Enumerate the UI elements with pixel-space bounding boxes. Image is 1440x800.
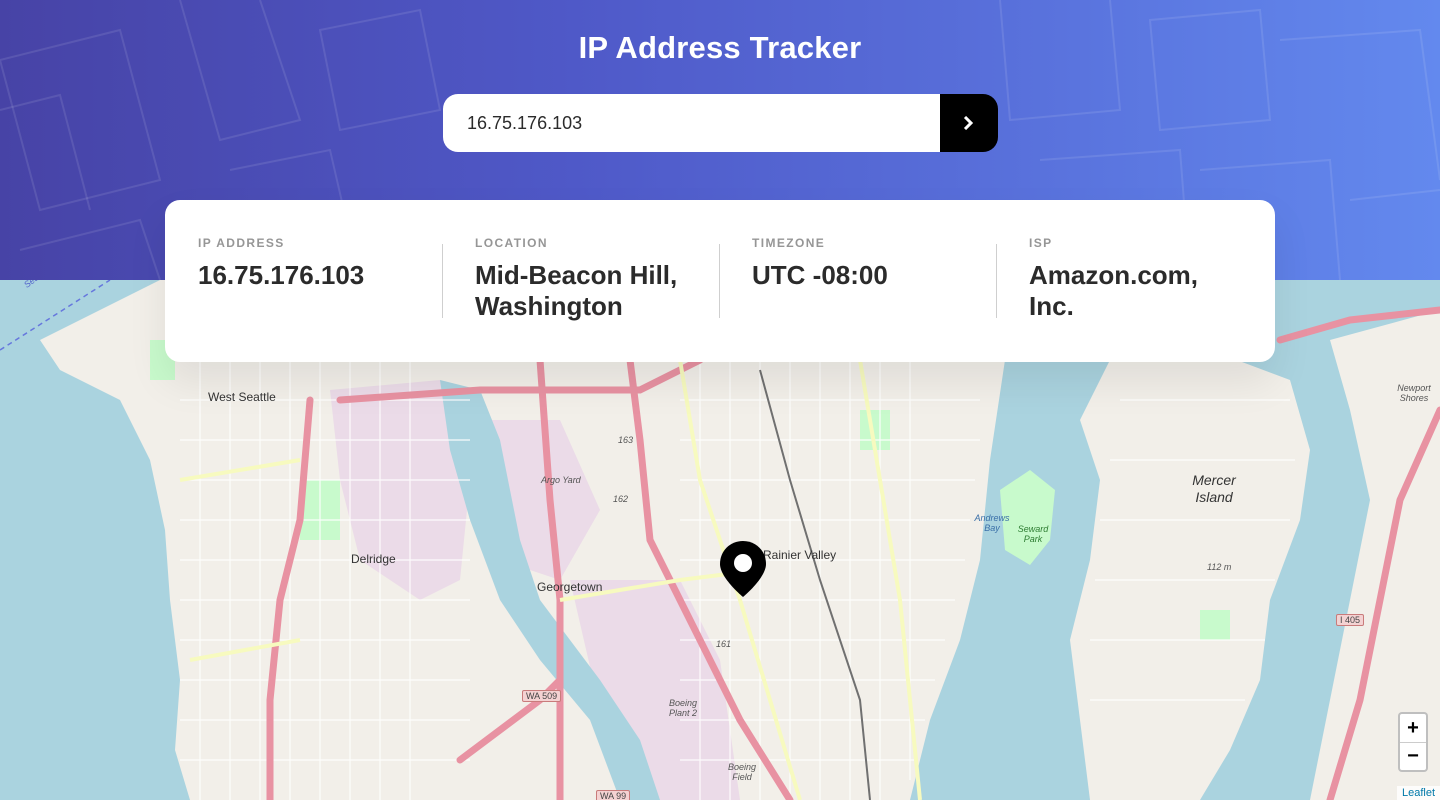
route-shield-wa509: WA 509 [522, 690, 562, 702]
map-label-west-seattle: West Seattle [208, 390, 276, 404]
map-label-delridge: Delridge [351, 552, 396, 566]
timezone-value: UTC -08:00 [752, 260, 888, 290]
location-label: LOCATION [475, 236, 548, 250]
ip-search-input[interactable] [443, 94, 940, 152]
map-label-newport-shores: Newport Shores [1397, 383, 1431, 403]
route-shield-i405: I 405 [1336, 614, 1365, 626]
map-label-elevation: 112 m [1207, 562, 1232, 572]
location-pin-icon[interactable] [720, 541, 766, 597]
route-shield-wa99: WA 99 [596, 790, 631, 800]
zoom-control: + − [1398, 712, 1428, 772]
zoom-in-button[interactable]: + [1400, 714, 1426, 742]
ip-address-value: 16.75.176.103 [198, 260, 365, 290]
submit-button[interactable] [940, 94, 998, 152]
location-value: Mid-Beacon Hill, Washington [475, 260, 678, 321]
map-label-boeing-plant: Boeing Plant 2 [668, 698, 698, 718]
timezone-label: TIMEZONE [752, 236, 826, 250]
location-section: LOCATION Mid-Beacon Hill, Washington [442, 236, 719, 362]
timezone-section: TIMEZONE UTC -08:00 [719, 236, 996, 362]
ip-info-card: IP ADDRESS 16.75.176.103 LOCATION Mid-Be… [165, 200, 1275, 362]
chevron-right-icon [963, 116, 974, 130]
route-label-162: 162 [613, 494, 629, 504]
search-bar [443, 94, 998, 152]
zoom-out-button[interactable]: − [1400, 742, 1426, 770]
ip-address-label: IP ADDRESS [198, 236, 285, 250]
map-label-argo-yard: Argo Yard [541, 475, 581, 485]
route-label-163: 163 [618, 435, 634, 445]
map-label-seward-park: Seward Park [1017, 524, 1049, 544]
page-title: IP Address Tracker [578, 30, 862, 65]
map-label-georgetown: Georgetown [537, 580, 603, 594]
isp-section: ISP Amazon.com, Inc. [996, 236, 1273, 362]
map-label-rainier-valley: Rainier Valley [763, 548, 837, 562]
map-label-mercer-island: Mercer Island [1192, 472, 1236, 505]
isp-label: ISP [1029, 236, 1053, 250]
isp-value: Amazon.com, Inc. [1029, 260, 1199, 321]
ip-address-section: IP ADDRESS 16.75.176.103 [165, 236, 442, 362]
map-label-andrews-bay: Andrews Bay [974, 513, 1010, 533]
map-label-boeing-field: Boeing Field [727, 762, 757, 782]
map-attribution-link[interactable]: Leaflet [1396, 786, 1440, 800]
route-label-161: 161 [716, 639, 732, 649]
